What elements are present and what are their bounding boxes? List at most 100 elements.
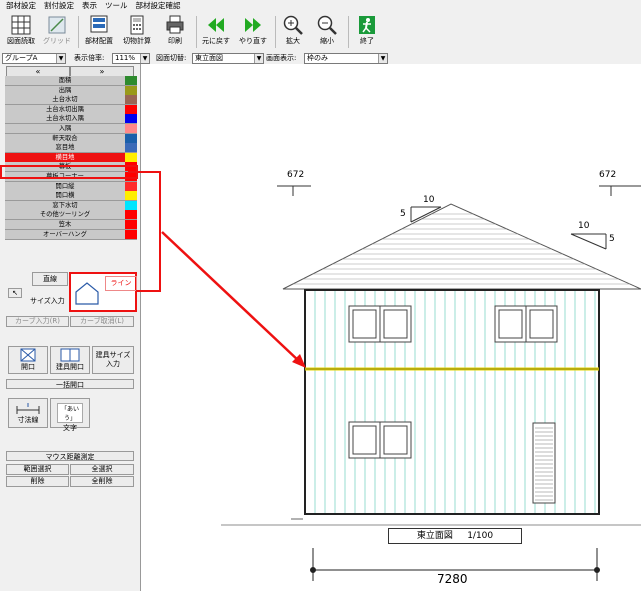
screen-display-label: 画面表示:	[266, 54, 297, 62]
fitting-size-input-button[interactable]: 建具サイズ入力	[92, 346, 134, 374]
member-row[interactable]: その他ツーリング	[5, 210, 137, 221]
print-button[interactable]: 印刷	[158, 14, 192, 50]
member-row[interactable]: 窓目地	[5, 143, 137, 154]
member-color-swatch	[125, 133, 137, 143]
member-row[interactable]: 土台水切入隅	[5, 114, 137, 125]
group-select[interactable]: グループA ▼	[2, 53, 66, 64]
menu-tools[interactable]: ツール	[105, 0, 128, 12]
pointer-icon[interactable]: ↖	[8, 288, 22, 298]
member-row-label: 開口縦	[5, 181, 125, 191]
zoom-in-label: 拡大	[286, 37, 300, 45]
top-dimension-left	[277, 185, 311, 196]
menu-member-check[interactable]: 部材設定確認	[136, 0, 181, 12]
opening-button[interactable]: 開口	[8, 346, 48, 374]
member-place-button[interactable]: 部材配置	[82, 14, 116, 50]
select-all-button[interactable]: 全選択	[70, 464, 134, 475]
member-row[interactable]: 開口横	[5, 191, 137, 202]
member-color-swatch	[125, 229, 137, 239]
toolbar: 図面読取 グリッド 部材配置 切物計算 印刷 元に戻す やり直す 拡大 縮小 終…	[0, 12, 641, 53]
curve-cancel-button[interactable]: カーブ取消(L)	[70, 316, 134, 327]
redo-button[interactable]: やり直す	[236, 14, 270, 50]
menu-bar: 部材設定 割付設定 表示 ツール 部材設定確認	[0, 0, 641, 12]
range-select-button[interactable]: 範囲選択	[6, 464, 69, 475]
member-color-swatch	[125, 220, 137, 229]
pitch-left-rise: 10	[423, 195, 435, 205]
menu-view[interactable]: 表示	[82, 0, 97, 12]
member-row[interactable]: 入隅	[5, 124, 137, 134]
drawing-title: 東立面図	[416, 531, 453, 541]
straight-button[interactable]: 直線	[32, 272, 68, 286]
menu-member-settings[interactable]: 部材設定	[6, 0, 36, 12]
scale-select[interactable]: 111% ▼	[112, 53, 150, 64]
undo-button[interactable]: 元に戻す	[199, 14, 233, 50]
member-color-swatch	[125, 152, 137, 162]
member-row[interactable]: 笠木	[5, 220, 137, 230]
member-row[interactable]: 窓下水切	[5, 200, 137, 211]
line-tool-highlight: ライン	[69, 272, 137, 312]
member-row-label: 土台水切出隅	[5, 104, 125, 114]
member-color-swatch	[125, 210, 137, 220]
group-select-value: グループA	[5, 54, 38, 62]
fitting-icon	[60, 348, 80, 362]
rewind-icon	[208, 18, 224, 32]
bottom-dim-label: 7280	[437, 572, 468, 586]
fitting-opening-button[interactable]: 建具開口	[50, 346, 90, 374]
member-color-swatch	[125, 181, 137, 191]
line-button[interactable]: ライン	[105, 276, 137, 291]
size-input-label[interactable]: サイズ入力	[30, 296, 65, 306]
member-row-label: その他ツーリング	[5, 210, 125, 220]
load-plan-button[interactable]: 図面読取	[4, 14, 38, 50]
grid-icon	[48, 16, 66, 34]
member-row[interactable]: 軒天取合	[5, 133, 137, 144]
exit-button[interactable]: 終了	[352, 14, 382, 50]
member-color-swatch	[125, 124, 137, 133]
text-icon: 「あいう」	[57, 403, 83, 423]
dimension-line-label: 寸法線	[17, 416, 39, 424]
member-row[interactable]: 面積	[5, 76, 137, 86]
member-row[interactable]: オーバーハング	[5, 229, 137, 240]
member-row[interactable]: 土台水切	[5, 95, 137, 106]
member-row[interactable]: 土台水切出隅	[5, 104, 137, 115]
opening-icon	[20, 348, 36, 362]
member-row-label: 軒天取合	[5, 133, 125, 143]
bulk-opening-button[interactable]: 一括開口	[6, 379, 134, 389]
member-color-swatch	[125, 114, 137, 124]
drawing-switch-select[interactable]: 東立面図 ▼	[192, 53, 264, 64]
zoom-out-icon	[317, 15, 337, 35]
pitch-right-rise: 10	[578, 221, 590, 231]
fitting-opening-label: 建具開口	[56, 363, 84, 371]
printer-icon	[166, 15, 184, 34]
zoom-out-button[interactable]: 縮小	[312, 14, 342, 50]
member-color-swatch	[125, 104, 137, 114]
zoom-in-button[interactable]: 拡大	[278, 14, 308, 50]
member-row-label: 窓下水切	[5, 200, 125, 210]
grid-label: グリッド	[43, 37, 71, 45]
member-row[interactable]: 横目地	[5, 152, 137, 163]
curve-input-button[interactable]: カーブ入力(R)	[6, 316, 69, 327]
drawing-switch-value: 東立面図	[195, 54, 223, 62]
member-row[interactable]: 開口縦	[5, 181, 137, 192]
screen-display-select[interactable]: 枠のみ ▼	[304, 53, 388, 64]
delete-button[interactable]: 削除	[6, 476, 69, 487]
delete-all-button[interactable]: 全削除	[70, 476, 134, 487]
pitch-right-run: 5	[609, 234, 615, 244]
member-color-swatch	[125, 76, 137, 85]
toolbar-divider	[348, 16, 349, 48]
window-lower-left	[348, 421, 412, 459]
mouse-distance-button[interactable]: マウス距離測定	[6, 451, 134, 461]
text-label: 文字	[63, 424, 77, 432]
menu-layout-settings[interactable]: 割付設定	[44, 0, 74, 12]
cut-calc-button[interactable]: 切物計算	[120, 14, 154, 50]
drawing-canvas[interactable]: 672 672 10 5 10 5 東立面図 1/100 7280	[141, 64, 641, 591]
member-color-swatch	[125, 85, 137, 95]
member-row-label: 土台水切入隅	[5, 114, 125, 124]
chevron-down-icon: ▼	[254, 54, 263, 63]
load-plan-label: 図面読取	[7, 37, 35, 45]
dimension-line-button[interactable]: 寸法線	[8, 398, 48, 428]
print-label: 印刷	[168, 37, 182, 45]
dim-label-right: 672	[599, 170, 617, 180]
cut-calc-label: 切物計算	[123, 37, 151, 45]
grid-button[interactable]: グリッド	[40, 14, 74, 50]
text-button[interactable]: 「あいう」 文字	[50, 398, 90, 432]
member-row[interactable]: 出隅	[5, 85, 137, 96]
